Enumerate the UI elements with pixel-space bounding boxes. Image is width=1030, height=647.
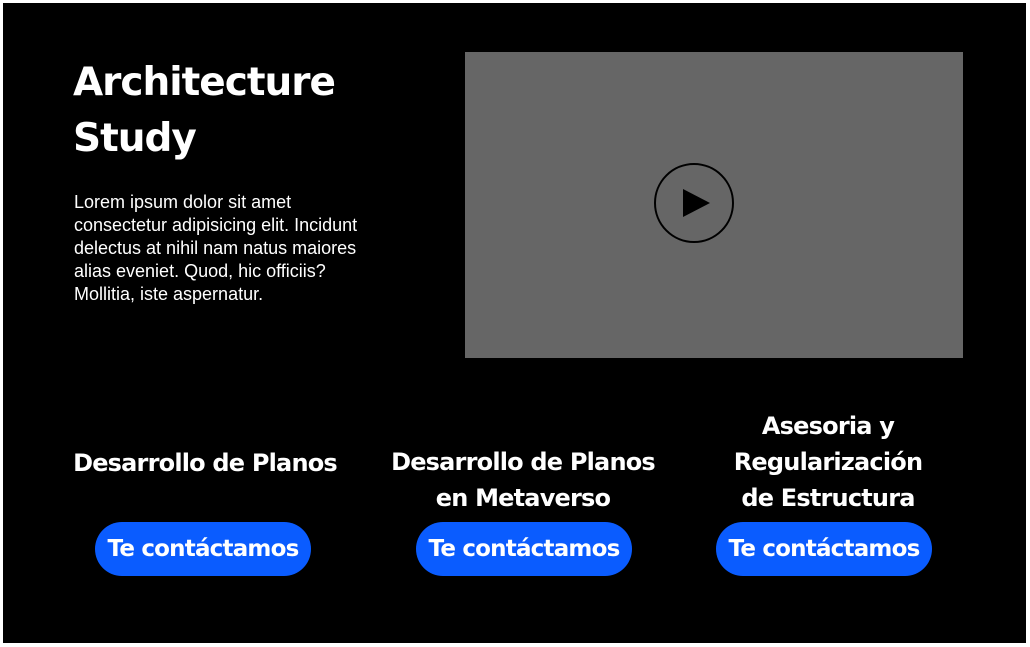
service-title-line: Regularización — [733, 448, 923, 476]
hero-description: Lorem ipsum dolor sit amet consectetur a… — [74, 192, 358, 304]
contact-button-asesoria-regularizacion[interactable]: Te contáctamos — [716, 522, 932, 576]
service-title-line: de Estructura — [741, 484, 915, 512]
service-asesoria-regularizacion: Asesoria y Regularización de Estructura — [678, 408, 978, 516]
contact-button-desarrollo-planos[interactable]: Te contáctamos — [95, 522, 311, 576]
service-title: Desarrollo de Planos en Metaverso — [373, 444, 673, 516]
contact-button-planos-metaverso[interactable]: Te contáctamos — [416, 522, 632, 576]
play-button[interactable] — [654, 163, 734, 243]
service-title-line: en Metaverso — [435, 484, 611, 512]
service-title-line: Desarrollo de Planos — [73, 449, 338, 477]
play-icon — [683, 189, 710, 217]
service-title-line: Asesoria y — [761, 412, 895, 440]
service-title: Desarrollo de Planos — [55, 445, 355, 481]
page-title-line-2: Study — [73, 116, 197, 161]
service-title: Asesoria y Regularización de Estructura — [678, 408, 978, 516]
page-title-line-1: Architecture — [73, 60, 336, 105]
service-desarrollo-planos: Desarrollo de Planos — [55, 445, 355, 481]
video-player[interactable] — [465, 52, 963, 358]
page-frame: Architecture Study Lorem ipsum dolor sit… — [3, 3, 1026, 643]
service-title-line: Desarrollo de Planos — [391, 448, 656, 476]
service-planos-metaverso: Desarrollo de Planos en Metaverso — [373, 444, 673, 516]
page-title: Architecture Study — [73, 55, 373, 167]
